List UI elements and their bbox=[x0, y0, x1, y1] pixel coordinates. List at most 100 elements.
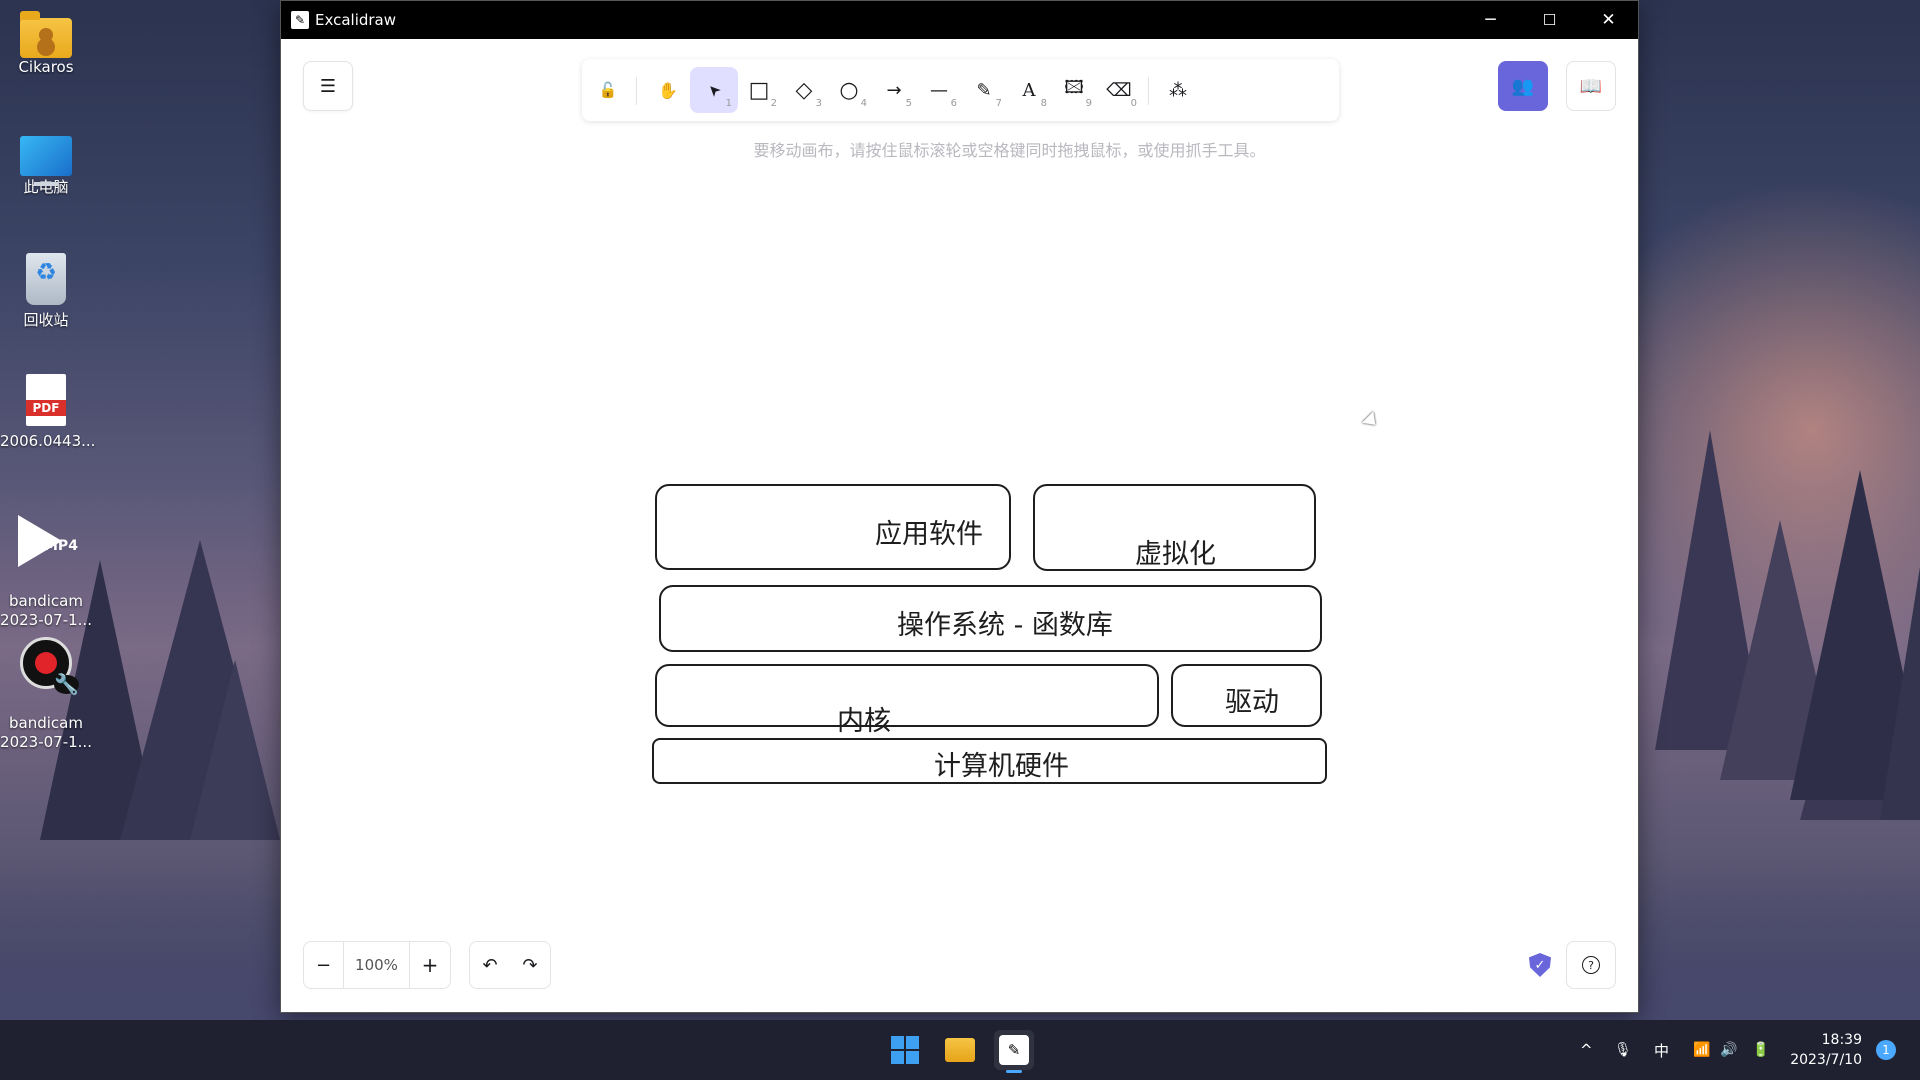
tool-text[interactable]: A 8 bbox=[1005, 67, 1053, 113]
folder-icon bbox=[945, 1038, 975, 1062]
tool-hand[interactable]: ✋ bbox=[644, 67, 692, 113]
tool-shortcut: 5 bbox=[905, 98, 912, 109]
desktop-icon-label: bandicam 2023-07-1... bbox=[0, 714, 92, 751]
notification-badge[interactable]: 1 bbox=[1876, 1040, 1896, 1060]
tool-diamond[interactable]: ◇ 3 bbox=[780, 67, 828, 113]
arrow-icon: → bbox=[886, 79, 902, 101]
shape-kernel[interactable]: 内核 bbox=[655, 664, 1159, 737]
tool-shortcut: 7 bbox=[995, 98, 1002, 109]
shape-label: 应用软件 bbox=[875, 519, 983, 550]
pointer-icon: ➤ bbox=[703, 79, 725, 101]
shapes-icon: ⁂ bbox=[1169, 79, 1187, 101]
desktop-icon-cikaros[interactable]: Cikaros bbox=[0, 11, 92, 77]
user-folder-icon bbox=[20, 11, 72, 58]
tool-shortcut: 0 bbox=[1130, 98, 1137, 109]
hand-icon: ✋ bbox=[658, 80, 678, 100]
shape-label: 内核 bbox=[837, 706, 891, 737]
shape-os-library[interactable]: 操作系统 - 函数库 bbox=[659, 585, 1322, 652]
zoom-level-button[interactable]: 100% bbox=[344, 942, 410, 988]
desktop-icon-label: 2006.0443... bbox=[0, 432, 96, 450]
tool-selection[interactable]: ➤ 1 bbox=[690, 67, 738, 113]
mp4-badge: MP4 bbox=[44, 538, 78, 554]
shield-check-icon[interactable]: ✓ bbox=[1529, 953, 1551, 977]
shape-driver[interactable]: 驱动 bbox=[1171, 664, 1322, 727]
text-icon: A bbox=[1022, 79, 1036, 101]
line-icon: — bbox=[930, 79, 948, 101]
ime-indicator[interactable]: 中 bbox=[1654, 1020, 1669, 1080]
recycle-bin-icon bbox=[26, 253, 66, 305]
minimize-button[interactable]: ─ bbox=[1461, 1, 1520, 39]
tool-shortcut: 3 bbox=[815, 98, 822, 109]
shape-app-software[interactable]: 应用软件 bbox=[655, 484, 1011, 570]
tool-rectangle[interactable]: □ 2 bbox=[735, 67, 783, 113]
system-clock[interactable]: 18:39 2023/7/10 bbox=[1790, 1020, 1862, 1080]
library-button[interactable]: 📖 bbox=[1566, 61, 1616, 111]
main-menu-button[interactable]: ☰ bbox=[303, 61, 353, 111]
canvas-hint: 要移动画布，请按住鼠标滚轮或空格键同时拖拽鼠标，或使用抓手工具。 bbox=[753, 141, 1266, 160]
bandicam-icon bbox=[20, 637, 79, 694]
tool-shortcut: 8 bbox=[1040, 98, 1047, 109]
battery-icon[interactable]: 🔋 bbox=[1752, 1020, 1769, 1080]
wifi-icon[interactable]: 📶 bbox=[1693, 1020, 1710, 1080]
mouse-cursor bbox=[1361, 411, 1382, 431]
desktop-icon-recycle-bin[interactable]: 回收站 bbox=[0, 253, 92, 330]
microphone-icon[interactable]: 🎙 bbox=[1614, 1020, 1632, 1080]
zoom-in-button[interactable]: + bbox=[410, 942, 450, 988]
computer-icon bbox=[20, 136, 72, 186]
tool-lock[interactable]: 🔓 bbox=[584, 67, 632, 113]
shape-hardware[interactable]: 计算机硬件 bbox=[652, 738, 1327, 784]
tray-overflow-button[interactable]: ^ bbox=[1580, 1020, 1593, 1080]
pdf-file-icon: PDF bbox=[26, 374, 66, 426]
zoom-out-button[interactable]: − bbox=[304, 942, 344, 988]
desktop-icon-bandicam[interactable]: bandicam 2023-07-1... bbox=[0, 618, 92, 771]
hamburger-icon: ☰ bbox=[319, 75, 337, 97]
clock-date: 2023/7/10 bbox=[1790, 1052, 1862, 1068]
tool-shortcut: 2 bbox=[770, 98, 777, 109]
taskbar-excalidraw[interactable]: ✎ bbox=[994, 1030, 1034, 1073]
shape-label: 计算机硬件 bbox=[934, 751, 1069, 782]
shape-label: 虚拟化 bbox=[1135, 539, 1216, 570]
collaborate-button[interactable]: 👥 bbox=[1498, 61, 1548, 111]
redo-button[interactable]: ↷ bbox=[510, 942, 550, 988]
desktop-icon-this-pc[interactable]: 此电脑 bbox=[0, 132, 92, 197]
tool-draw[interactable]: ✎ 7 bbox=[960, 67, 1008, 113]
tool-extra[interactable]: ⁂ bbox=[1154, 67, 1202, 113]
toolbar-divider bbox=[636, 77, 637, 105]
tool-shortcut: 4 bbox=[860, 98, 867, 109]
shape-virtualization[interactable]: 虚拟化 bbox=[1033, 484, 1316, 571]
history-controls: ↶ ↷ bbox=[469, 941, 551, 989]
tool-eraser[interactable]: ⌫ 0 bbox=[1095, 67, 1143, 113]
desktop-icon-pdf[interactable]: PDF 2006.0443... bbox=[0, 374, 96, 451]
desktop-icon-label: 回收站 bbox=[23, 311, 69, 329]
book-icon: 📖 bbox=[1579, 75, 1603, 97]
undo-button[interactable]: ↶ bbox=[470, 942, 510, 988]
tool-shortcut: 9 bbox=[1085, 98, 1092, 109]
volume-icon[interactable]: 🔊 bbox=[1720, 1020, 1737, 1080]
shape-toolbar: 🔓 ✋ ➤ 1 □ 2 ◇ 3 ○ 4 → 5 — 6 ✎ 7 A 8 🖾 9 … bbox=[582, 59, 1339, 121]
excalidraw-app-icon: ✎ bbox=[291, 11, 309, 29]
tool-line[interactable]: — 6 bbox=[915, 67, 963, 113]
eraser-icon: ⌫ bbox=[1106, 79, 1132, 101]
start-button[interactable] bbox=[885, 1030, 925, 1070]
tool-image[interactable]: 🖾 9 bbox=[1050, 67, 1098, 113]
diamond-icon: ◇ bbox=[795, 77, 813, 103]
ellipse-icon: ○ bbox=[839, 77, 859, 103]
close-button[interactable]: ✕ bbox=[1579, 1, 1638, 39]
shape-label: 驱动 bbox=[1225, 687, 1279, 718]
image-icon: 🖾 bbox=[1064, 77, 1084, 98]
windows-logo-icon bbox=[891, 1036, 919, 1064]
window-title: Excalidraw bbox=[315, 11, 397, 29]
excalidraw-app-icon: ✎ bbox=[999, 1035, 1029, 1065]
tool-shortcut: 1 bbox=[725, 98, 732, 109]
pencil-icon: ✎ bbox=[976, 79, 992, 101]
shape-label: 操作系统 - 函数库 bbox=[897, 610, 1113, 641]
title-bar[interactable]: ✎ Excalidraw ─ ☐ ✕ bbox=[281, 1, 1638, 39]
maximize-button[interactable]: ☐ bbox=[1520, 1, 1579, 39]
clock-time: 18:39 bbox=[1821, 1032, 1862, 1048]
drawing-canvas[interactable]: ☰ 🔓 ✋ ➤ 1 □ 2 ◇ 3 ○ 4 → 5 — 6 ✎ 7 A 8 🖾 … bbox=[281, 39, 1638, 1012]
desktop-icon-label: 此电脑 bbox=[23, 178, 69, 196]
help-button[interactable]: ? bbox=[1566, 941, 1616, 989]
tool-ellipse[interactable]: ○ 4 bbox=[825, 67, 873, 113]
tool-arrow[interactable]: → 5 bbox=[870, 67, 918, 113]
taskbar-file-explorer[interactable] bbox=[940, 1030, 980, 1070]
